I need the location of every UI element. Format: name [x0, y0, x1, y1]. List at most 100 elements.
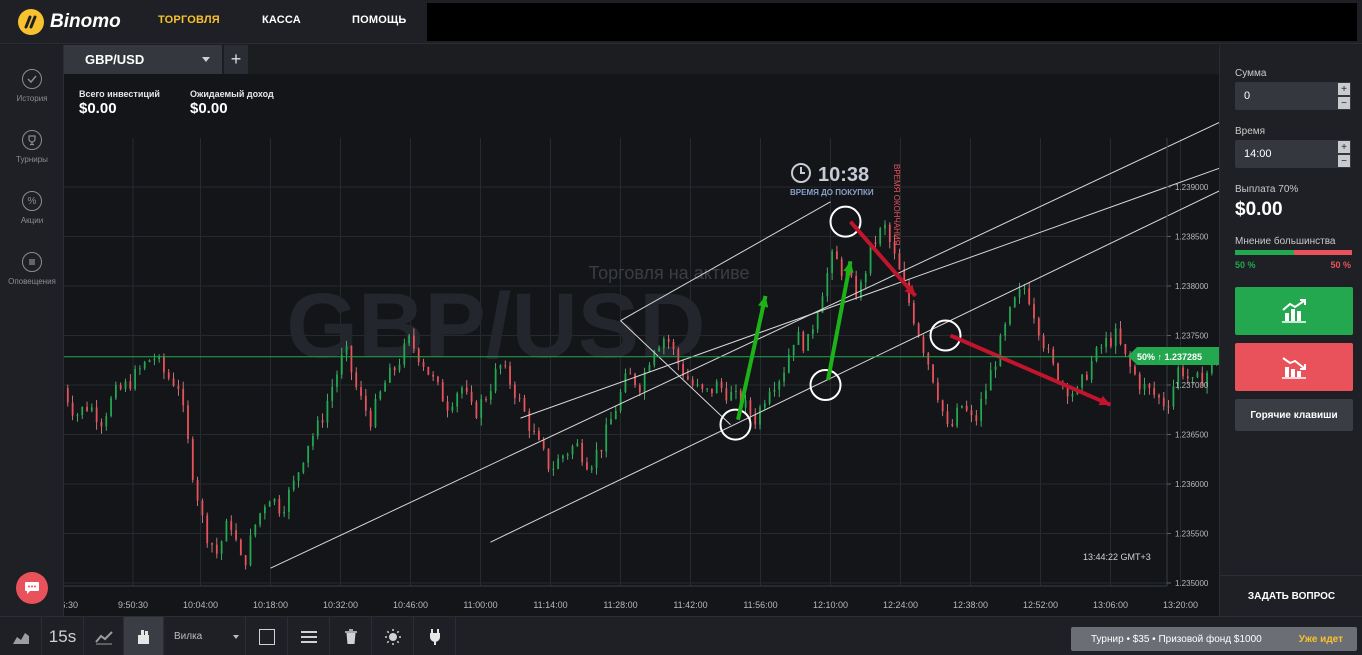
candle	[787, 355, 790, 373]
candle	[1148, 383, 1151, 388]
candle	[610, 419, 612, 425]
sidebar-item-label: Акции	[20, 216, 44, 225]
chart-canvas[interactable]: GBP/USD Торговля на активе 1.239000 1.238…	[64, 74, 1219, 616]
nav-help[interactable]: ПОМОЩЬ	[352, 14, 407, 26]
y-tick-label: 1.236500	[1175, 431, 1209, 440]
interval-button[interactable]: 15s	[42, 617, 84, 655]
candle	[941, 400, 944, 412]
candle	[922, 336, 925, 353]
tool-select[interactable]: Вилка	[164, 617, 246, 655]
sidebar-item-promotions[interactable]: % Акции	[0, 191, 64, 225]
candle	[499, 365, 502, 369]
candle	[542, 439, 545, 449]
indicators-icon	[94, 630, 113, 644]
sum-increase-button[interactable]: +	[1337, 82, 1351, 96]
candle	[1119, 328, 1122, 345]
add-asset-button[interactable]: +	[224, 45, 248, 74]
ad-banner	[427, 3, 1357, 41]
candle	[1004, 324, 1007, 336]
y-tick-label: 1.238000	[1175, 282, 1209, 291]
square-icon	[258, 628, 275, 645]
candle	[662, 338, 665, 348]
expected-income-label: Ожидаемый доход	[190, 89, 274, 99]
candle	[297, 472, 300, 481]
asset-selector[interactable]: GBP/USD	[64, 45, 222, 74]
candle	[586, 462, 588, 470]
candle	[643, 371, 646, 393]
candle	[946, 411, 949, 425]
time-decrease-button[interactable]: −	[1337, 154, 1351, 168]
candle	[321, 420, 324, 423]
candle	[340, 354, 343, 375]
candle	[249, 535, 252, 566]
candle	[489, 391, 492, 400]
theme-button[interactable]	[372, 617, 414, 655]
candle	[336, 374, 338, 387]
candle	[177, 385, 180, 389]
sidebar-item-history[interactable]: История	[0, 69, 64, 103]
candle	[187, 405, 189, 439]
candle	[278, 498, 281, 514]
candle	[1134, 366, 1136, 375]
indicators-button[interactable]	[84, 617, 124, 655]
nav-trading[interactable]: ТОРГОВЛЯ	[158, 14, 220, 26]
y-tick-label: 1.238500	[1175, 233, 1209, 242]
current-price-badge: 50% ↑ 1.237285	[1128, 347, 1219, 365]
logo[interactable]: Binomo	[18, 9, 121, 35]
buy-down-button[interactable]	[1235, 343, 1353, 391]
sum-decrease-button[interactable]: −	[1337, 96, 1351, 110]
chevron-down-icon	[202, 57, 210, 62]
candle	[1110, 338, 1112, 347]
chart-type-button[interactable]	[0, 617, 42, 655]
candle	[581, 442, 584, 463]
line-width-button[interactable]	[288, 617, 330, 655]
candle	[239, 539, 242, 556]
candle	[475, 401, 478, 418]
candle	[888, 224, 891, 243]
candle	[557, 458, 560, 469]
asset-tab-row: GBP/USD +	[64, 45, 1219, 74]
tournament-text: Турнир • $35 • Призовой фонд $1000	[1091, 633, 1262, 645]
time-input[interactable]: 14:00 + −	[1235, 140, 1351, 168]
drawing-tools-button[interactable]	[124, 617, 164, 655]
top-bar: Binomo ТОРГОВЛЯ КАССА ПОМОЩЬ	[0, 0, 1362, 44]
price-chart[interactable]: GBP/USD Торговля на активе 1.239000 1.238…	[64, 74, 1219, 616]
nav-cashier[interactable]: КАССА	[262, 14, 301, 26]
candle	[807, 334, 809, 351]
chat-button[interactable]	[16, 572, 48, 604]
candle	[427, 366, 430, 375]
x-tick-label: 13:06:00	[1093, 600, 1128, 610]
ask-question-button[interactable]: ЗАДАТЬ ВОПРОС	[1220, 575, 1362, 616]
candle	[350, 345, 353, 373]
candle	[994, 366, 997, 371]
sidebar-item-notifications[interactable]: Оповещения	[0, 252, 64, 286]
candle	[600, 449, 603, 452]
connection-button[interactable]	[414, 617, 456, 655]
sidebar-item-label: Турниры	[16, 155, 48, 164]
candle	[259, 513, 261, 525]
x-tick-label: 10:04:00	[183, 600, 218, 610]
x-tick-label: 11:42:00	[673, 600, 707, 610]
candle	[513, 384, 516, 398]
logo-text: Binomo	[50, 11, 121, 32]
candle	[1037, 318, 1040, 336]
check-circle-icon	[22, 69, 42, 89]
x-tick-label: 11:00:00	[463, 600, 497, 610]
color-button[interactable]	[246, 617, 288, 655]
candle	[590, 467, 593, 470]
hotkeys-button[interactable]: Горячие клавиши	[1235, 399, 1353, 431]
candle	[398, 364, 401, 371]
candle	[970, 410, 973, 416]
delete-drawings-button[interactable]	[330, 617, 372, 655]
sidebar-item-tournaments[interactable]: Турниры	[0, 130, 64, 164]
candle	[1167, 406, 1170, 408]
tournament-banner[interactable]: Турнир • $35 • Призовой фонд $1000 Уже и…	[1071, 627, 1357, 651]
candle	[860, 282, 862, 298]
candle	[470, 391, 473, 402]
candle	[235, 530, 237, 540]
time-increase-button[interactable]: +	[1337, 140, 1351, 154]
candle	[422, 361, 425, 367]
buy-up-button[interactable]	[1235, 287, 1353, 335]
area-chart-icon	[12, 632, 29, 644]
sum-input[interactable]: 0 + −	[1235, 82, 1351, 110]
